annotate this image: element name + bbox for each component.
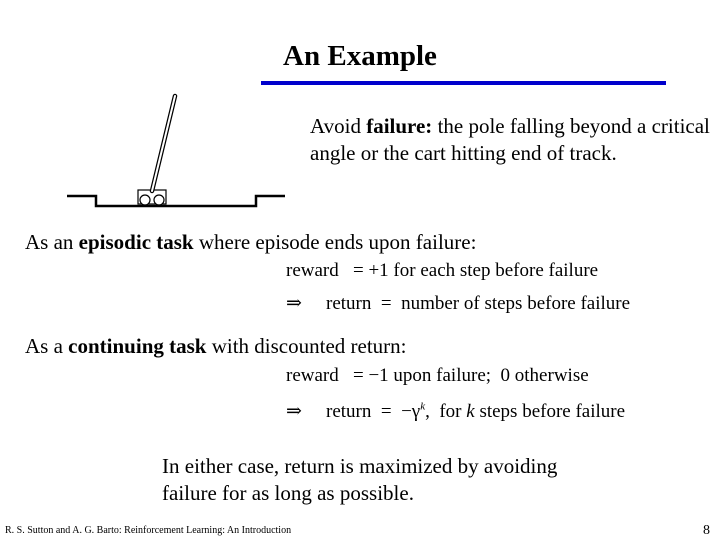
text: with discounted return: [206, 334, 407, 358]
equation-text: reward = −1 upon failure; 0 otherwise [286, 365, 589, 386]
conclusion-text: In either case, return is maximized by a… [162, 454, 558, 505]
failure-description: Avoid failure: the pole falling beyond a… [310, 113, 710, 167]
equation-text: steps before failure [474, 401, 626, 422]
episodic-heading: As an episodic task where episode ends u… [25, 229, 476, 256]
episodic-return-equation: ⇒ return = number of steps before failure [286, 292, 630, 315]
title-underline [261, 81, 666, 85]
implies-arrow-icon: ⇒ [286, 293, 302, 314]
continuing-term: continuing task [68, 334, 207, 358]
text: where episode ends upon failure: [193, 230, 477, 254]
slide-title: An Example [0, 40, 720, 73]
continuing-reward-equation: reward = −1 upon failure; 0 otherwise [286, 365, 589, 387]
implies-arrow-icon: ⇒ [286, 401, 302, 422]
equation-text: return = −γ [326, 401, 421, 422]
equation-text: reward = +1 for each step before failure [286, 260, 599, 281]
variable-k: k [466, 401, 475, 422]
failure-term: failure: [366, 114, 433, 138]
pole-fill [151, 95, 176, 192]
cart-pole-diagram-icon [67, 93, 285, 208]
continuing-return-equation: ⇒ return = −γk, for k steps before failur… [286, 400, 625, 423]
slide-title-text: An Example [283, 40, 437, 72]
footer-citation: R. S. Sutton and A. G. Barto: Reinforcem… [5, 525, 292, 536]
text: Avoid [310, 114, 367, 138]
cart-wheel-left [139, 194, 151, 206]
text: As an [25, 230, 79, 254]
continuing-heading: As a continuing task with discounted ret… [25, 333, 407, 360]
text: As a [25, 334, 69, 358]
track [67, 194, 285, 208]
episodic-term: episodic task [78, 230, 194, 254]
cart-wheel-right [153, 194, 165, 206]
equation-text: return = number of steps before failure [326, 293, 631, 314]
episodic-reward-equation: reward = +1 for each step before failure [286, 260, 598, 282]
equation-text: , for [425, 401, 467, 422]
page-number: 8 [703, 523, 710, 538]
